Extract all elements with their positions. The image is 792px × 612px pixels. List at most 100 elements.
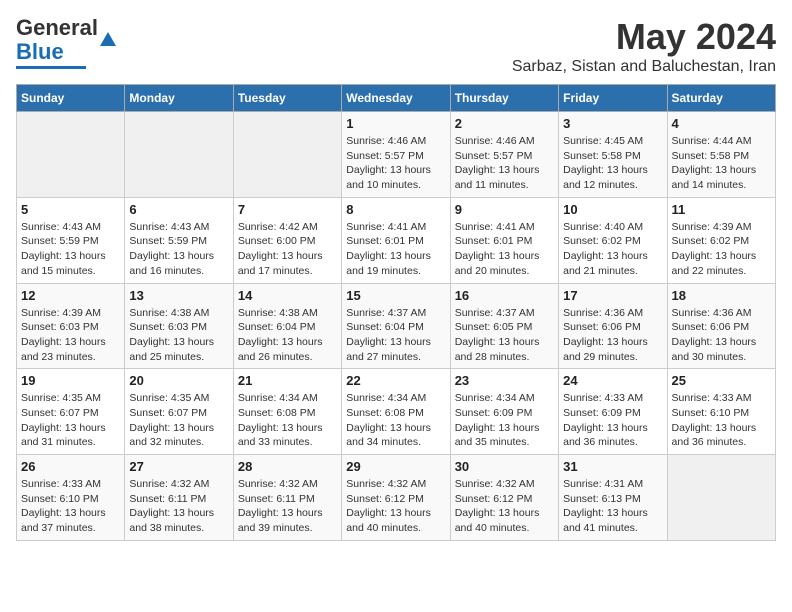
day-cell: 1Sunrise: 4:46 AMSunset: 5:57 PMDaylight… <box>342 112 450 198</box>
day-info: Sunrise: 4:33 AMSunset: 6:10 PMDaylight:… <box>672 391 771 450</box>
header-cell-thursday: Thursday <box>450 85 558 112</box>
day-cell: 27Sunrise: 4:32 AMSunset: 6:11 PMDayligh… <box>125 455 233 541</box>
day-cell: 13 Sunrise: 4:38 AMSunset: 6:03 PMDayligh… <box>125 283 233 369</box>
day-number: 11 <box>672 202 771 217</box>
day-info: Sunrise: 4:33 AMSunset: 6:10 PMDaylight:… <box>21 477 120 536</box>
day-cell: 10Sunrise: 4:40 AMSunset: 6:02 PMDayligh… <box>559 197 667 283</box>
day-info: Sunrise: 4:37 AMSunset: 6:04 PMDaylight:… <box>346 306 445 365</box>
day-cell <box>125 112 233 198</box>
day-info: Sunrise: 4:33 AMSunset: 6:09 PMDaylight:… <box>563 391 662 450</box>
day-info: Sunrise: 4:32 AMSunset: 6:12 PMDaylight:… <box>346 477 445 536</box>
day-number: 10 <box>563 202 662 217</box>
day-number: 8 <box>346 202 445 217</box>
day-number: 12 <box>21 288 120 303</box>
day-info: Sunrise: 4:46 AMSunset: 5:57 PMDaylight:… <box>346 134 445 193</box>
day-info: Sunrise: 4:32 AMSunset: 6:11 PMDaylight:… <box>238 477 337 536</box>
day-number: 9 <box>455 202 554 217</box>
day-cell: 4 Sunrise: 4:44 AMSunset: 5:58 PMDaylight… <box>667 112 775 198</box>
day-cell: 8Sunrise: 4:41 AMSunset: 6:01 PMDaylight… <box>342 197 450 283</box>
week-row-3: 12 Sunrise: 4:39 AMSunset: 6:03 PMDayligh… <box>17 283 776 369</box>
day-cell: 26Sunrise: 4:33 AMSunset: 6:10 PMDayligh… <box>17 455 125 541</box>
day-info: Sunrise: 4:34 AMSunset: 6:08 PMDaylight:… <box>346 391 445 450</box>
day-info: Sunrise: 4:37 AMSunset: 6:05 PMDaylight:… <box>455 306 554 365</box>
day-number: 3 <box>563 116 662 131</box>
day-cell: 15 Sunrise: 4:37 AMSunset: 6:04 PMDayligh… <box>342 283 450 369</box>
day-number: 5 <box>21 202 120 217</box>
day-info: Sunrise: 4:38 AMSunset: 6:03 PMDaylight:… <box>129 306 228 365</box>
day-info: Sunrise: 4:36 AMSunset: 6:06 PMDaylight:… <box>672 306 771 365</box>
day-cell: 18 Sunrise: 4:36 AMSunset: 6:06 PMDayligh… <box>667 283 775 369</box>
day-info: Sunrise: 4:42 AMSunset: 6:00 PMDaylight:… <box>238 220 337 279</box>
day-cell: 19 Sunrise: 4:35 AMSunset: 6:07 PMDayligh… <box>17 369 125 455</box>
day-cell: 30 Sunrise: 4:32 AMSunset: 6:12 PMDayligh… <box>450 455 558 541</box>
day-cell: 16 Sunrise: 4:37 AMSunset: 6:05 PMDayligh… <box>450 283 558 369</box>
day-cell: 20Sunrise: 4:35 AMSunset: 6:07 PMDayligh… <box>125 369 233 455</box>
header-cell-monday: Monday <box>125 85 233 112</box>
day-number: 31 <box>563 459 662 474</box>
day-number: 21 <box>238 373 337 388</box>
day-number: 13 <box>129 288 228 303</box>
day-cell <box>667 455 775 541</box>
logo-text: General Blue <box>16 16 98 64</box>
day-info: Sunrise: 4:39 AMSunset: 6:02 PMDaylight:… <box>672 220 771 279</box>
day-number: 23 <box>455 373 554 388</box>
day-info: Sunrise: 4:43 AMSunset: 5:59 PMDaylight:… <box>129 220 228 279</box>
day-cell: 5 Sunrise: 4:43 AMSunset: 5:59 PMDaylight… <box>17 197 125 283</box>
day-cell <box>233 112 341 198</box>
header-cell-friday: Friday <box>559 85 667 112</box>
day-number: 22 <box>346 373 445 388</box>
day-number: 25 <box>672 373 771 388</box>
day-number: 27 <box>129 459 228 474</box>
logo: General Blue <box>16 16 116 69</box>
day-number: 30 <box>455 459 554 474</box>
day-cell: 25 Sunrise: 4:33 AMSunset: 6:10 PMDayligh… <box>667 369 775 455</box>
day-number: 15 <box>346 288 445 303</box>
day-cell <box>17 112 125 198</box>
day-cell: 17 Sunrise: 4:36 AMSunset: 6:06 PMDayligh… <box>559 283 667 369</box>
day-cell: 28 Sunrise: 4:32 AMSunset: 6:11 PMDayligh… <box>233 455 341 541</box>
week-row-5: 26Sunrise: 4:33 AMSunset: 6:10 PMDayligh… <box>17 455 776 541</box>
header-cell-tuesday: Tuesday <box>233 85 341 112</box>
day-cell: 21Sunrise: 4:34 AMSunset: 6:08 PMDayligh… <box>233 369 341 455</box>
day-cell: 7Sunrise: 4:42 AMSunset: 6:00 PMDaylight… <box>233 197 341 283</box>
day-number: 16 <box>455 288 554 303</box>
day-cell: 14Sunrise: 4:38 AMSunset: 6:04 PMDayligh… <box>233 283 341 369</box>
day-info: Sunrise: 4:45 AMSunset: 5:58 PMDaylight:… <box>563 134 662 193</box>
day-info: Sunrise: 4:44 AMSunset: 5:58 PMDaylight:… <box>672 134 771 193</box>
day-number: 24 <box>563 373 662 388</box>
day-cell: 22 Sunrise: 4:34 AMSunset: 6:08 PMDayligh… <box>342 369 450 455</box>
day-info: Sunrise: 4:36 AMSunset: 6:06 PMDaylight:… <box>563 306 662 365</box>
day-cell: 12 Sunrise: 4:39 AMSunset: 6:03 PMDayligh… <box>17 283 125 369</box>
day-number: 4 <box>672 116 771 131</box>
day-info: Sunrise: 4:39 AMSunset: 6:03 PMDaylight:… <box>21 306 120 365</box>
day-info: Sunrise: 4:46 AMSunset: 5:57 PMDaylight:… <box>455 134 554 193</box>
day-info: Sunrise: 4:34 AMSunset: 6:09 PMDaylight:… <box>455 391 554 450</box>
day-cell: 31 Sunrise: 4:31 AMSunset: 6:13 PMDayligh… <box>559 455 667 541</box>
day-number: 28 <box>238 459 337 474</box>
page-header: General Blue May 2024 Sarbaz, Sistan and… <box>16 16 776 76</box>
header-cell-saturday: Saturday <box>667 85 775 112</box>
day-number: 29 <box>346 459 445 474</box>
header-cell-sunday: Sunday <box>17 85 125 112</box>
day-info: Sunrise: 4:31 AMSunset: 6:13 PMDaylight:… <box>563 477 662 536</box>
day-info: Sunrise: 4:35 AMSunset: 6:07 PMDaylight:… <box>129 391 228 450</box>
page-subtitle: Sarbaz, Sistan and Baluchestan, Iran <box>512 58 776 76</box>
day-cell: 23 Sunrise: 4:34 AMSunset: 6:09 PMDayligh… <box>450 369 558 455</box>
day-cell: 11 Sunrise: 4:39 AMSunset: 6:02 PMDayligh… <box>667 197 775 283</box>
calendar-table: SundayMondayTuesdayWednesdayThursdayFrid… <box>16 84 776 541</box>
day-cell: 3 Sunrise: 4:45 AMSunset: 5:58 PMDaylight… <box>559 112 667 198</box>
day-info: Sunrise: 4:43 AMSunset: 5:59 PMDaylight:… <box>21 220 120 279</box>
header-cell-wednesday: Wednesday <box>342 85 450 112</box>
day-number: 17 <box>563 288 662 303</box>
day-cell: 29 Sunrise: 4:32 AMSunset: 6:12 PMDayligh… <box>342 455 450 541</box>
week-row-1: 1Sunrise: 4:46 AMSunset: 5:57 PMDaylight… <box>17 112 776 198</box>
day-cell: 9Sunrise: 4:41 AMSunset: 6:01 PMDaylight… <box>450 197 558 283</box>
day-info: Sunrise: 4:32 AMSunset: 6:12 PMDaylight:… <box>455 477 554 536</box>
week-row-2: 5 Sunrise: 4:43 AMSunset: 5:59 PMDaylight… <box>17 197 776 283</box>
day-cell: 2 Sunrise: 4:46 AMSunset: 5:57 PMDaylight… <box>450 112 558 198</box>
day-number: 18 <box>672 288 771 303</box>
page-title: May 2024 <box>512 16 776 58</box>
day-number: 2 <box>455 116 554 131</box>
day-info: Sunrise: 4:35 AMSunset: 6:07 PMDaylight:… <box>21 391 120 450</box>
day-number: 19 <box>21 373 120 388</box>
